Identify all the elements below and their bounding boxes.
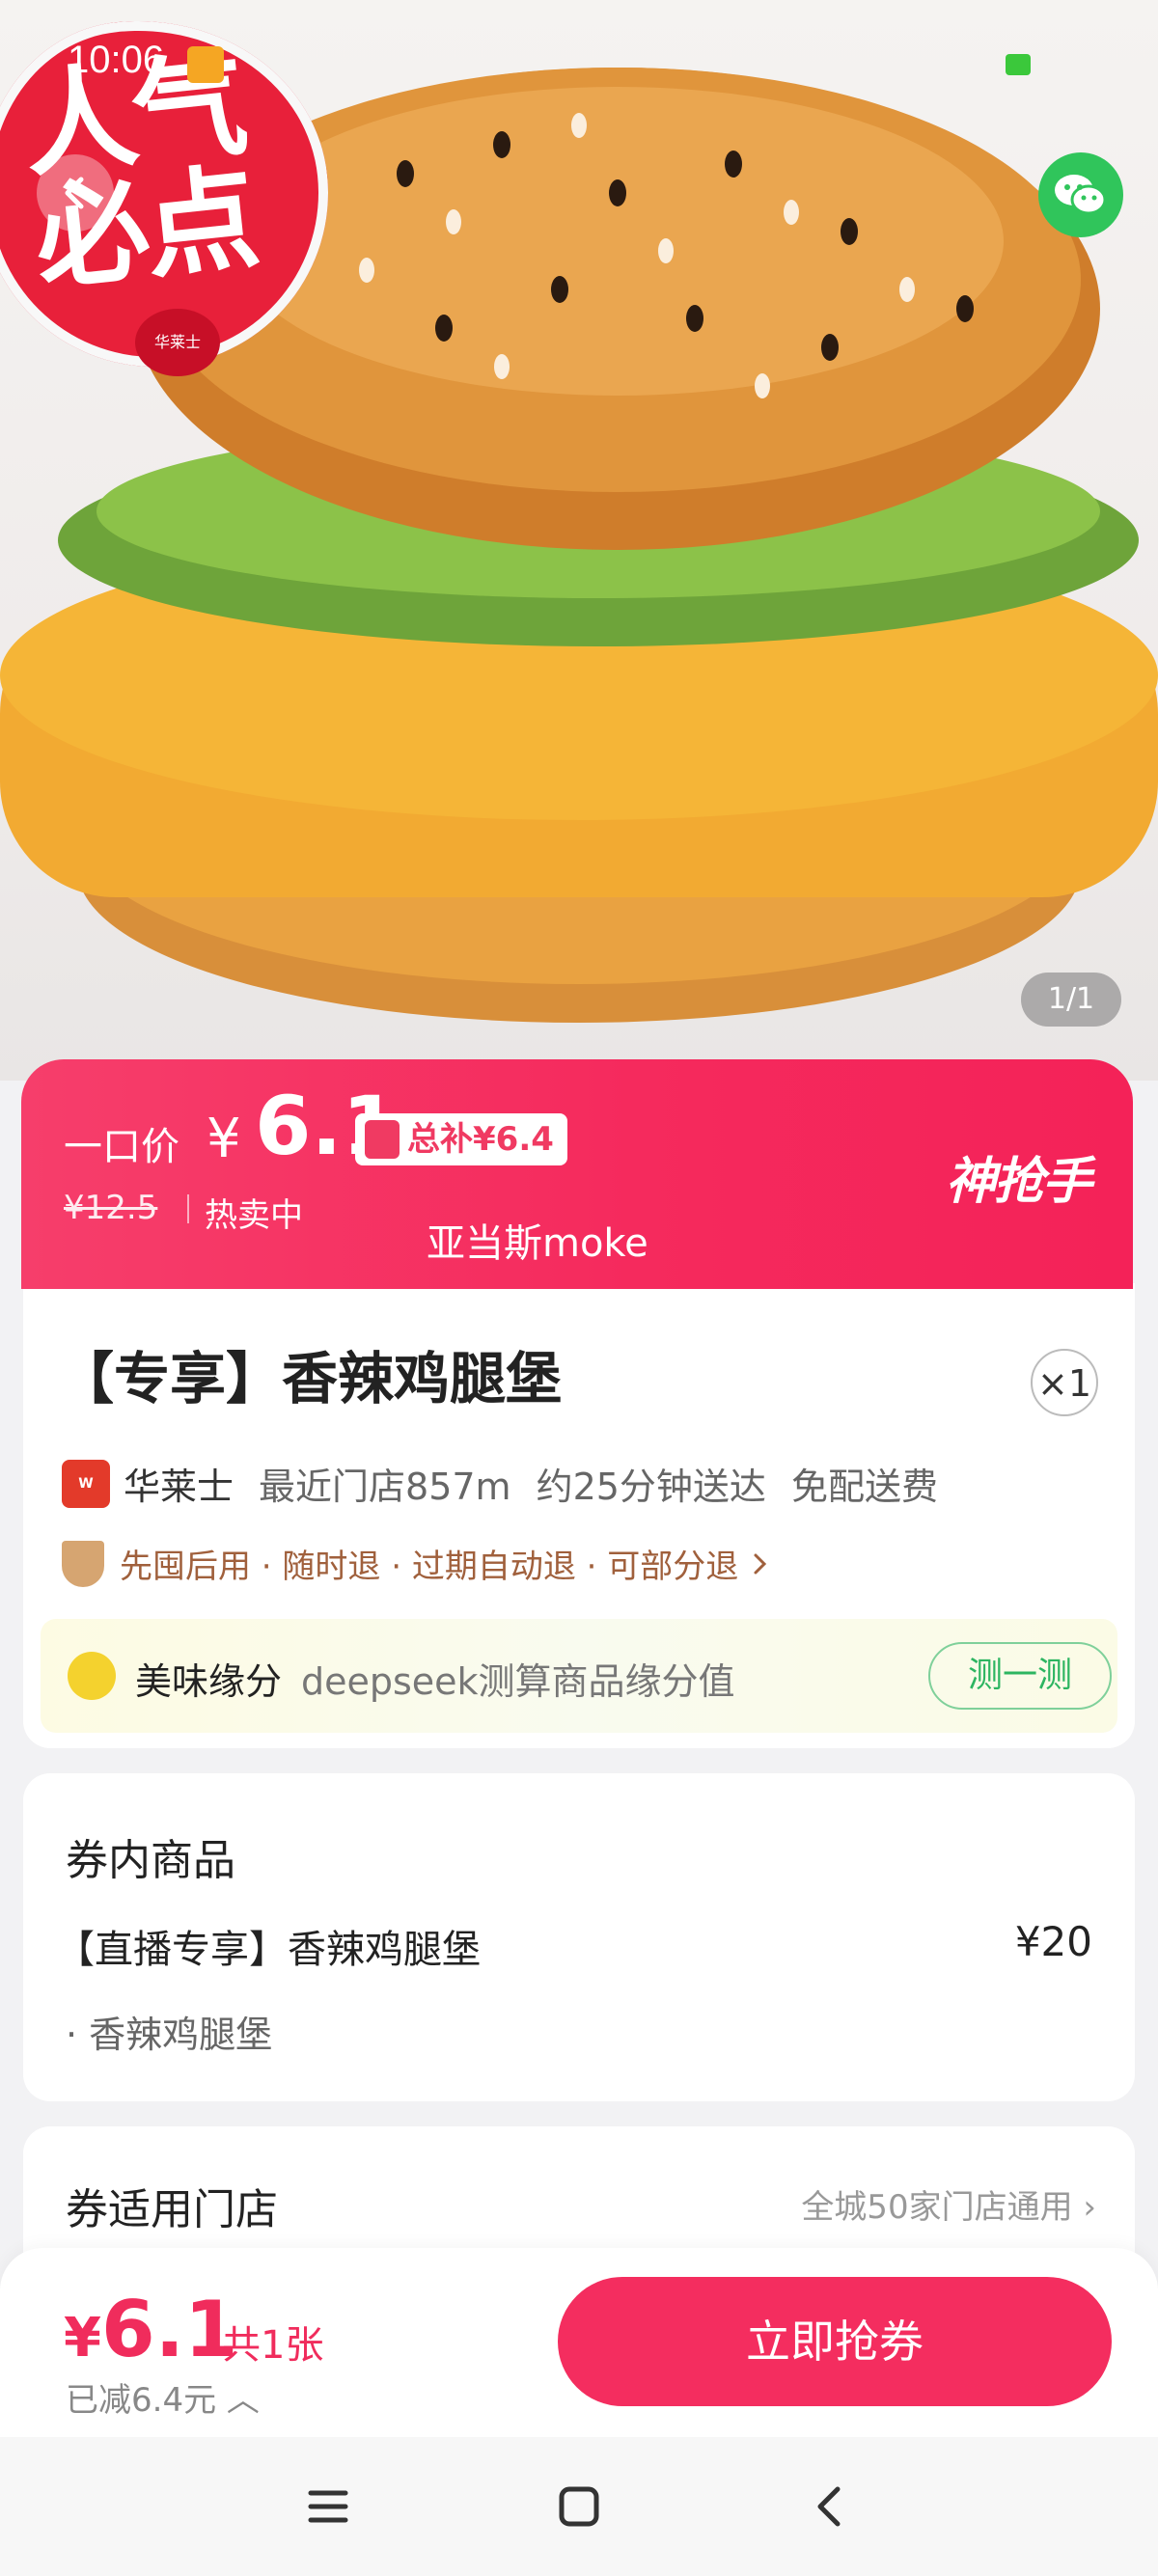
badge-brand-seal: 华莱士	[135, 309, 220, 376]
store-name: 华莱士	[124, 1466, 234, 1508]
delivery-fee: 免配送费	[790, 1466, 938, 1508]
selling-status: 热卖中	[205, 1196, 303, 1235]
item-name: 【直播专享】香辣鸡腿堡	[56, 1928, 481, 1972]
divider	[187, 1194, 189, 1223]
store-logo: W	[62, 1459, 110, 1508]
menu-icon[interactable]	[299, 2478, 357, 2535]
item-sub: · 香辣鸡腿堡	[66, 2014, 273, 2056]
back-button[interactable]	[37, 154, 114, 232]
product-image[interactable]: 10:06 人气 必点 华莱士 1/1	[0, 0, 1158, 1081]
subsidy-tag: 总补¥6.4	[355, 1113, 567, 1165]
store-info-row[interactable]: W 华莱士 最近门店857m 约25分钟送达 免配送费	[62, 1457, 963, 1510]
fate-test-button[interactable]: 测一测	[928, 1642, 1112, 1710]
price-currency: ¥	[207, 1108, 241, 1170]
back-nav-icon[interactable]	[801, 2478, 859, 2535]
status-time: 10:06	[68, 39, 165, 81]
emoji-icon	[68, 1652, 116, 1700]
nearest-store: 最近门店857m	[259, 1466, 511, 1508]
guarantee-text: 先囤后用 · 随时退 · 过期自动退 · 可部分退	[120, 1548, 739, 1586]
chevron-left-icon	[65, 177, 84, 209]
original-price: ¥12.5	[64, 1189, 158, 1227]
bolt-icon	[365, 1120, 400, 1159]
wechat-share-button[interactable]	[1038, 152, 1123, 237]
discount-detail[interactable]: 已减6.4元 ︿	[66, 2373, 260, 2421]
product-title: 【专享】香辣鸡腿堡	[58, 1346, 563, 1411]
stores-title: 券适用门店	[66, 2185, 278, 2234]
price-label: 一口价	[64, 1125, 179, 1169]
wechat-icon	[1055, 175, 1107, 215]
price-banner: 一口价 ¥ 6.1 总补¥6.4 ¥12.5 热卖中 亚当斯moke 神抢手	[21, 1059, 1133, 1289]
coupon-items-card: 券内商品 【直播专享】香辣鸡腿堡 ¥20 · 香辣鸡腿堡	[23, 1773, 1135, 2101]
delivery-eta: 约25分钟送达	[536, 1466, 766, 1508]
item-price: ¥20	[1014, 1918, 1092, 1965]
product-info-card: 【专享】香辣鸡腿堡 ×1 W 华莱士 最近门店857m 约25分钟送达 免配送费…	[23, 1283, 1135, 1748]
shield-icon	[62, 1540, 104, 1587]
grab-coupon-button[interactable]: 立即抢券	[558, 2277, 1112, 2406]
image-counter: 1/1	[1021, 973, 1121, 1027]
fate-description: deepseek测算商品缘分值	[301, 1660, 735, 1703]
home-icon[interactable]	[550, 2478, 608, 2535]
total-price: ¥6.1	[64, 2285, 238, 2374]
buy-bar: ¥6.1 共1张 已减6.4元 ︿ 立即抢券	[0, 2248, 1158, 2437]
section-title: 券内商品	[66, 1836, 235, 1885]
chevron-right-icon	[754, 1553, 767, 1574]
stores-link[interactable]: 全城50家门店通用 ›	[801, 2180, 1096, 2228]
streamer-name: 亚当斯moke	[427, 1221, 648, 1266]
notification-icon	[187, 46, 224, 83]
guarantee-row[interactable]: 先囤后用 · 随时退 · 过期自动退 · 可部分退	[62, 1540, 773, 1587]
flash-deal-logo: 神抢手	[946, 1153, 1092, 1211]
coupon-count: 共1张	[222, 2323, 324, 2368]
system-nav-bar	[0, 2437, 1158, 2576]
chevron-right-icon: ›	[1083, 2188, 1096, 2227]
fate-title: 美味缘分	[135, 1660, 283, 1703]
quantity-badge: ×1	[1031, 1349, 1098, 1416]
chevron-up-icon: ︿	[226, 2381, 260, 2420]
battery-icon	[1006, 54, 1031, 75]
fate-score-box: 美味缘分 deepseek测算商品缘分值 测一测	[41, 1619, 1117, 1733]
